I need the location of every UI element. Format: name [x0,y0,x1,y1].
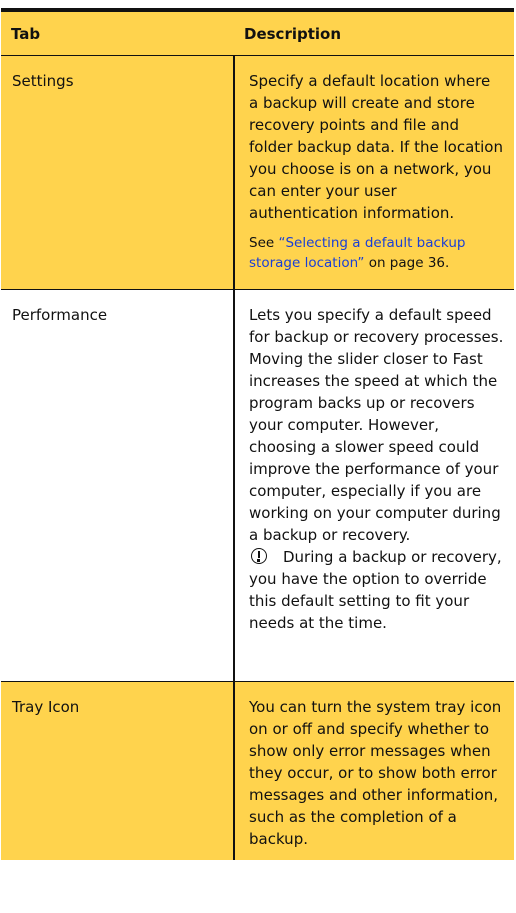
note-text: During a backup or recovery, you have th… [249,548,502,632]
description-tray-icon: You can turn the system tray icon on or … [233,681,514,860]
see-prefix: See [249,235,279,251]
cross-reference: See “Selecting a default backup storage … [249,233,504,273]
header-description: Description [234,10,514,56]
important-note-icon [251,548,267,564]
header-tab: Tab [1,10,234,56]
description-text: You can turn the system tray icon on or … [249,698,502,848]
description-text: Lets you specify a default speed for bac… [249,306,504,544]
table-header-row: Tab Description [1,10,514,56]
document-page: Tab Description Settings Specify a defau… [0,0,516,913]
table-row-tray-icon: Tray Icon You can turn the system tray i… [1,681,514,860]
tab-label: Performance [12,306,108,324]
tab-name-settings: Settings [1,55,234,290]
description-performance: Lets you specify a default speed for bac… [233,289,514,682]
see-suffix: on page 36. [364,255,450,271]
tab-label: Settings [12,72,74,90]
tab-label: Tray Icon [12,698,80,716]
description-settings: Specify a default location where a backu… [233,55,514,290]
description-text: Specify a default location where a backu… [249,72,503,222]
note: During a backup or recovery, you have th… [249,546,504,634]
tab-name-performance: Performance [1,289,234,682]
options-table: Tab Description Settings Specify a defau… [1,8,514,860]
table-row-settings: Settings Specify a default location wher… [1,55,514,290]
tab-name-tray-icon: Tray Icon [1,681,234,860]
table-row-performance: Performance Lets you specify a default s… [1,289,514,682]
